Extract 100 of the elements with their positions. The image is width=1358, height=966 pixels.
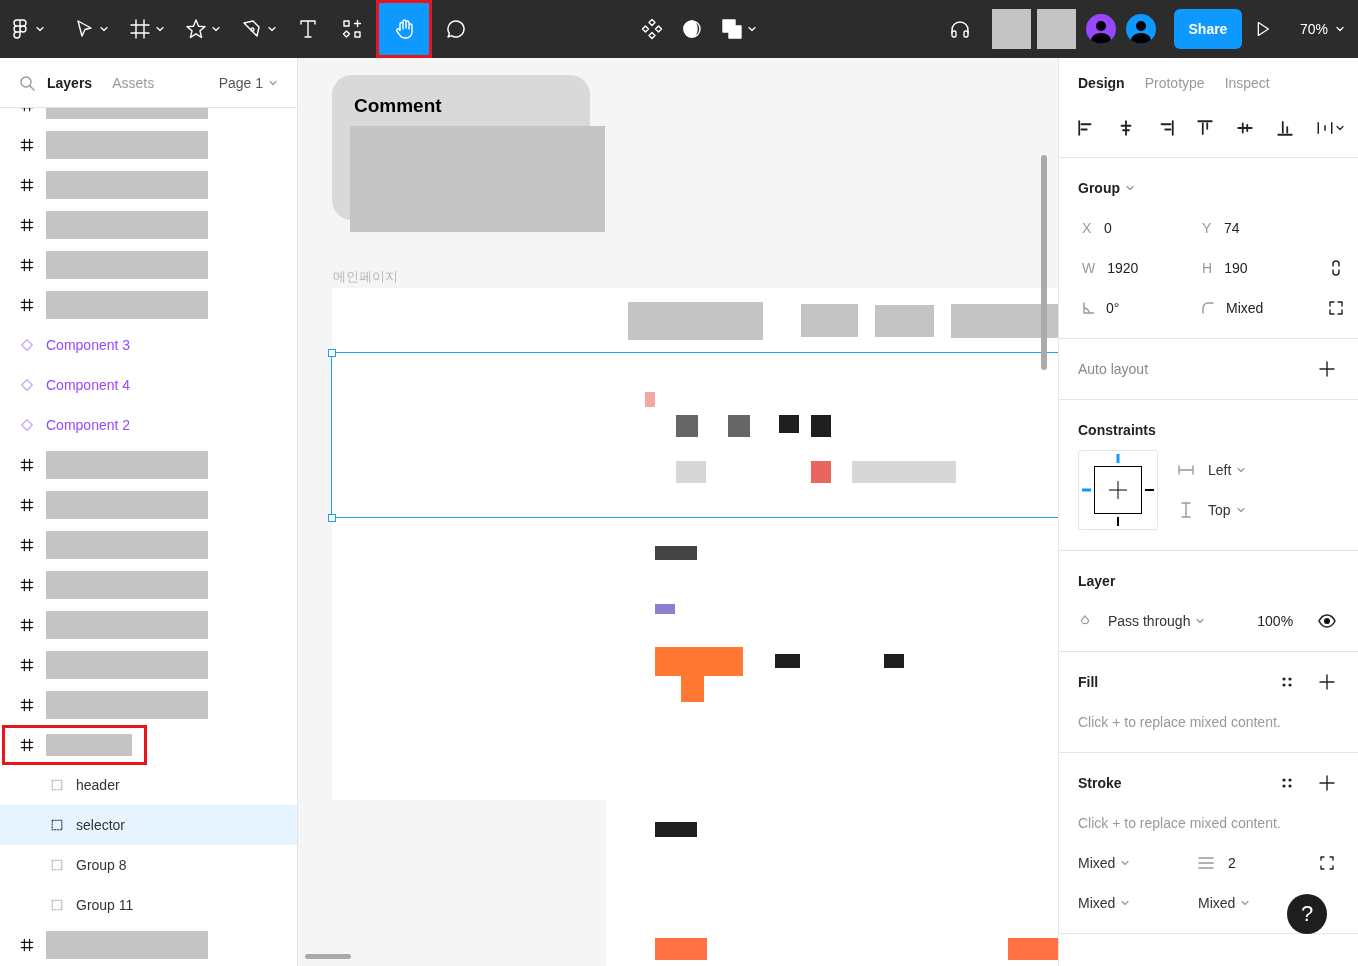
frame-icon xyxy=(20,658,34,672)
frame-icon xyxy=(20,178,34,192)
align-bottom-icon xyxy=(1276,118,1295,137)
dotted-square-icon xyxy=(50,818,64,832)
section-title: Auto layout xyxy=(1078,361,1150,377)
field-label: X xyxy=(1082,220,1092,236)
caret-icon xyxy=(1237,467,1246,473)
caret-icon xyxy=(269,79,277,86)
layer-item[interactable]: Component 2 xyxy=(0,405,297,445)
contrast-icon xyxy=(680,17,704,41)
redacted-block xyxy=(1036,9,1076,49)
section-title: Constraints xyxy=(1078,422,1156,438)
horizontal-constraint-icon xyxy=(1178,462,1194,478)
frame-icon xyxy=(20,258,34,272)
frame-icon xyxy=(20,698,34,712)
dropdown[interactable]: Mixed xyxy=(1078,855,1198,871)
layer-item[interactable]: selector xyxy=(0,805,297,845)
caret-icon xyxy=(1121,860,1130,866)
diamond-icon xyxy=(20,378,34,392)
align-button[interactable] xyxy=(1276,118,1295,137)
caret-icon xyxy=(1126,185,1134,191)
card-title: Comment xyxy=(354,95,443,117)
number-field[interactable]: W 1920 xyxy=(1078,260,1198,276)
panel-tab[interactable]: Layers xyxy=(47,74,93,91)
frame-icon xyxy=(20,138,34,152)
avatar xyxy=(1125,14,1156,44)
caret-icon xyxy=(100,26,108,32)
caret-icon xyxy=(748,26,756,32)
frame-label: 메인페이지 xyxy=(333,268,398,286)
squares-icon xyxy=(720,17,744,41)
number-field[interactable]: Mixed xyxy=(1198,300,1308,316)
caret-icon xyxy=(1121,900,1130,906)
caret-icon xyxy=(156,26,164,32)
caret-icon xyxy=(212,26,220,32)
eye-icon xyxy=(1318,612,1337,630)
dropdown[interactable]: Left xyxy=(1208,462,1246,478)
frame-icon xyxy=(20,618,34,632)
caret-icon xyxy=(1236,507,1245,513)
section-title: Group xyxy=(1078,180,1120,196)
frame-icon xyxy=(20,458,34,472)
resize-handle[interactable] xyxy=(328,514,336,522)
caret-icon xyxy=(268,26,276,32)
frame-icon xyxy=(20,938,34,952)
layer-item[interactable]: Group 8 xyxy=(0,845,297,885)
align-top-icon xyxy=(1196,118,1215,137)
layer-item[interactable]: header xyxy=(0,765,297,805)
section-title: Layer xyxy=(1078,573,1116,589)
component-icon xyxy=(640,17,664,41)
section-title: Fill xyxy=(1078,674,1099,690)
corners-icon xyxy=(1328,300,1344,316)
layer-item[interactable]: Component 3 xyxy=(0,325,297,365)
redacted-block xyxy=(991,9,1031,49)
resize-handle[interactable] xyxy=(328,349,336,357)
dotted-square-icon xyxy=(50,858,64,872)
opacity-field[interactable]: 100% xyxy=(1257,613,1294,629)
align-button[interactable] xyxy=(1196,118,1215,137)
dotted-square-icon xyxy=(50,778,64,792)
dropdown[interactable]: Mixed xyxy=(1198,895,1250,911)
angle-icon xyxy=(1082,302,1094,314)
dropdown[interactable]: Top xyxy=(1208,502,1245,518)
hint-text: Click + to replace mixed content. xyxy=(1078,714,1281,730)
number-field[interactable]: Y 74 xyxy=(1198,220,1308,236)
dropdown[interactable]: Pass through xyxy=(1107,613,1258,629)
layer-item[interactable]: Component 4 xyxy=(0,365,297,405)
lines-icon xyxy=(1198,855,1214,871)
frame-icon xyxy=(20,538,34,552)
dotted-square-icon xyxy=(50,898,64,912)
caret-icon xyxy=(36,26,44,32)
scrollbar[interactable] xyxy=(1041,155,1047,370)
panel-tab[interactable]: Design xyxy=(1078,75,1125,91)
number-field[interactable]: H 190 xyxy=(1198,260,1308,276)
stroke-weight-field[interactable]: 2 xyxy=(1198,855,1299,871)
caret-icon xyxy=(1196,618,1205,624)
number-field[interactable]: X 0 xyxy=(1078,220,1198,236)
field-label: W xyxy=(1082,260,1096,276)
caret-icon xyxy=(1335,124,1344,131)
vertical-constraint-icon xyxy=(1178,502,1194,518)
speech-bubble-icon xyxy=(444,17,468,41)
plus-icon xyxy=(1319,361,1335,377)
plus-icon xyxy=(1319,674,1335,690)
help-button[interactable]: ? xyxy=(1287,894,1327,934)
corner-radius-icon xyxy=(1202,302,1214,314)
dropdown[interactable]: Mixed xyxy=(1078,895,1198,911)
zoom-dropdown[interactable]: 70% xyxy=(1299,9,1344,49)
number-field[interactable]: 0° xyxy=(1078,300,1198,316)
page-dropdown[interactable]: Page 1 xyxy=(218,74,277,91)
caret-icon xyxy=(1241,900,1250,906)
diamond-icon xyxy=(20,418,34,432)
frame-icon xyxy=(20,218,34,232)
section-title: Stroke xyxy=(1078,775,1122,791)
plus-icon xyxy=(1319,775,1335,791)
frame-icon xyxy=(20,738,34,752)
frame-icon xyxy=(20,298,34,312)
frame-icon xyxy=(128,17,152,41)
scrollbar[interactable] xyxy=(305,954,351,959)
diamond-icon xyxy=(20,338,34,352)
frame-icon xyxy=(20,498,34,512)
star-icon xyxy=(184,17,208,41)
frame-icon xyxy=(20,578,34,592)
layer-item[interactable]: Group 11 xyxy=(0,885,297,925)
